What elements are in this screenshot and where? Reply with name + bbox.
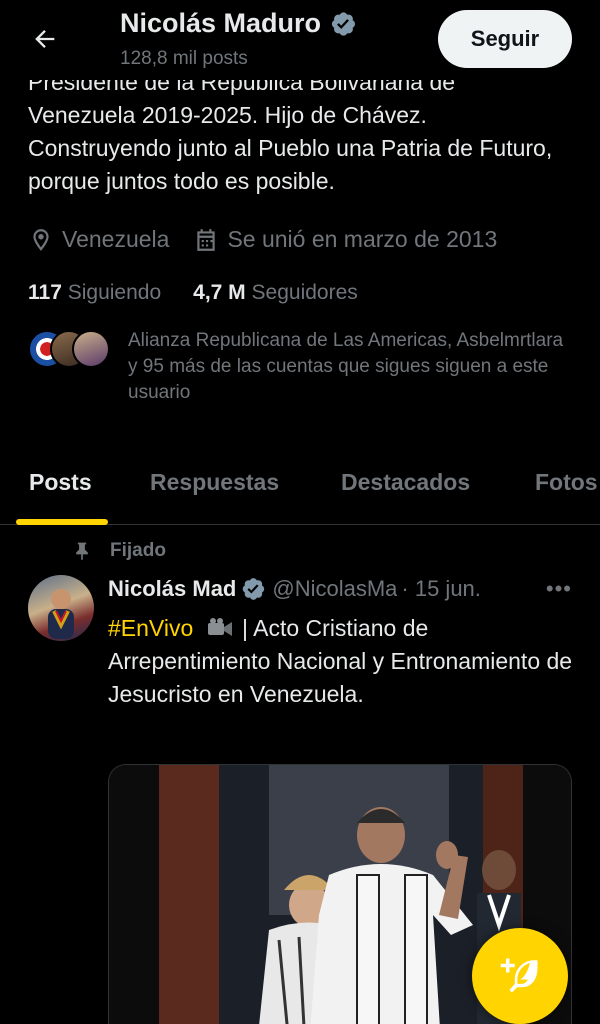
more-options-button[interactable]: •••	[546, 576, 572, 602]
bio-text: Venezuela 2019-2025. Hijo de Chávez. Con…	[28, 102, 553, 194]
pin-icon	[76, 542, 88, 561]
compose-button[interactable]	[472, 928, 568, 1024]
followers-count: 4,7 M	[193, 281, 246, 304]
followed-by-text: Alianza Republicana de Las Americas, Asb…	[128, 330, 564, 403]
profile-header: Nicolás Maduro 128,8 mil posts Seguir	[0, 0, 600, 80]
profile-tabs: Posts Respuestas Destacados Fotos	[0, 455, 600, 525]
post-author-name[interactable]: Nicolás Mad	[108, 576, 236, 602]
calendar-icon	[197, 228, 216, 251]
follow-stats: 117 Siguiendo 4,7 M Seguidores	[28, 281, 358, 305]
post-header: Nicolás Mad @NicolasMa · 15 jun.	[108, 576, 578, 602]
verified-badge-icon	[331, 11, 356, 36]
compose-feather-icon	[500, 958, 538, 993]
header-name: Nicolás Maduro	[120, 8, 322, 38]
following-label: Siguiendo	[67, 281, 162, 304]
profile-bio: Presidente de la República Bolivariana d…	[28, 69, 573, 198]
post-body: #EnVivo | Acto Cristiano de Arrepentimie…	[108, 612, 578, 711]
profile-photo	[48, 589, 74, 639]
join-date-text: Se unió en marzo de 2013	[227, 226, 498, 252]
avatar	[72, 330, 110, 368]
tab-destacados[interactable]: Destacados	[341, 469, 470, 496]
location: Venezuela	[28, 226, 169, 253]
location-pin-icon	[33, 228, 49, 251]
post-count: 128,8 mil posts	[120, 48, 248, 69]
verified-badge-icon	[243, 578, 265, 600]
following-link[interactable]: 117 Siguiendo	[28, 281, 161, 305]
post-timestamp[interactable]: · 15 jun.	[401, 576, 481, 602]
tab-posts[interactable]: Posts	[29, 469, 92, 496]
hashtag-link[interactable]: #EnVivo	[108, 615, 193, 641]
tab-respuestas[interactable]: Respuestas	[150, 469, 279, 496]
followers-link[interactable]: 4,7 M Seguidores	[193, 281, 358, 305]
pinned-text: Fijado	[110, 540, 166, 561]
active-tab-indicator	[16, 519, 108, 525]
pinned-label: Fijado	[72, 540, 166, 562]
following-count: 117	[28, 281, 62, 304]
post-author-handle[interactable]: @NicolasMa	[272, 576, 397, 602]
location-text: Venezuela	[62, 226, 170, 252]
arrow-left-icon	[35, 30, 55, 48]
avatar[interactable]	[28, 575, 94, 641]
follow-button[interactable]: Seguir	[438, 10, 572, 68]
header-title: Nicolás Maduro	[120, 8, 357, 39]
followed-by-avatars	[28, 330, 110, 370]
followed-by[interactable]: Alianza Republicana de Las Americas, Asb…	[28, 328, 573, 406]
back-button[interactable]	[28, 22, 62, 56]
profile-meta: Venezuela Se unió en marzo de 2013	[28, 226, 497, 253]
video-camera-icon	[207, 618, 232, 636]
join-date: Se unió en marzo de 2013	[193, 226, 497, 253]
followers-label: Seguidores	[251, 281, 358, 304]
tab-fotos[interactable]: Fotos	[535, 469, 598, 496]
